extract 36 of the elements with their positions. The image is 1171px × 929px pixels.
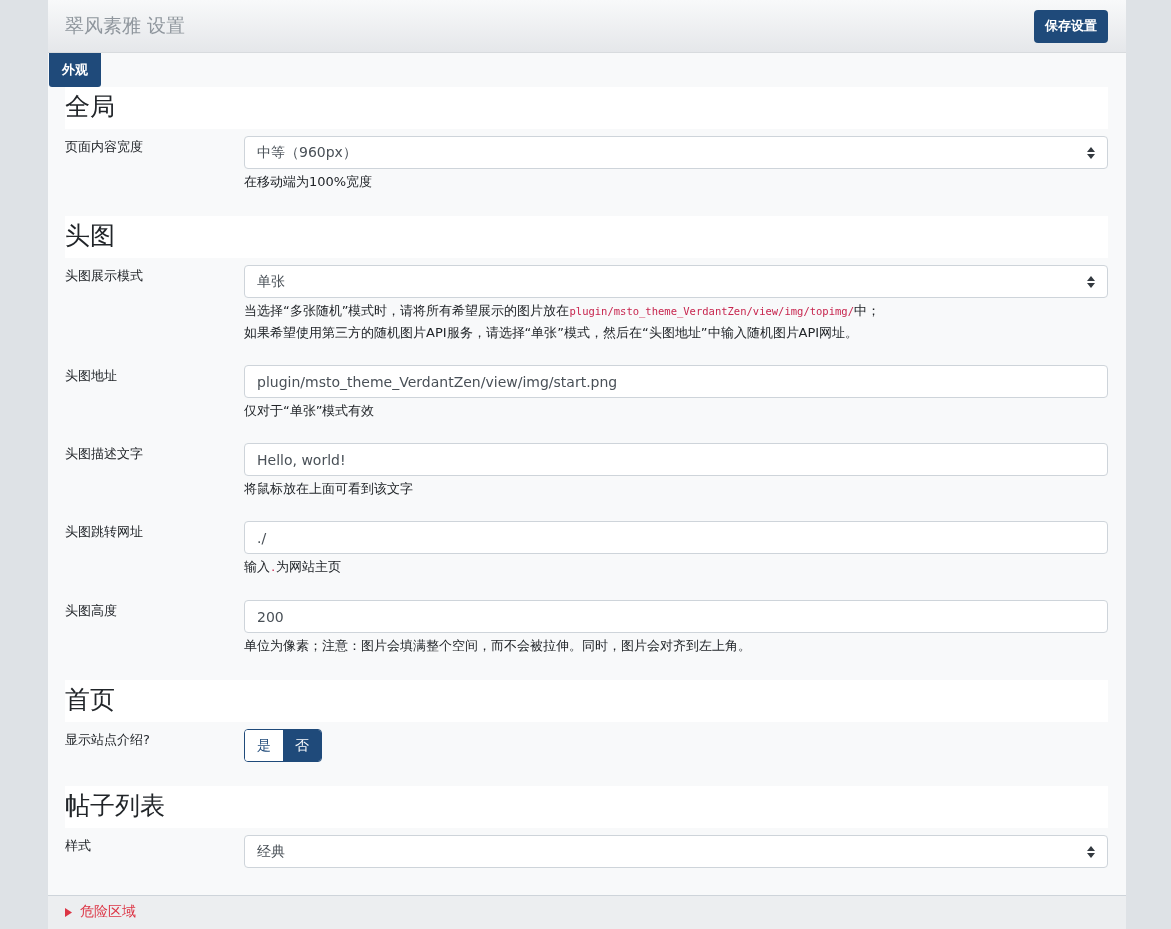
field-label: 头图高度 (65, 602, 118, 620)
select-arrows-icon (1087, 275, 1095, 288)
field-label: 头图描述文字 (65, 445, 144, 463)
tab[interactable]: 外观 (49, 53, 101, 87)
select-dropdown[interactable]: 单张 (244, 265, 1108, 298)
field-label: 头图跳转网址 (65, 523, 144, 541)
help-text: 仅对于“单张”模式有效 (244, 402, 376, 420)
section-heading: 首页 (65, 680, 1108, 722)
help-text: 在移动端为100%宽度 (244, 173, 374, 191)
page-title: 翠风素雅 设置 (65, 13, 186, 38)
field-label: 样式 (65, 837, 92, 855)
field-label: 显示站点介绍? (65, 731, 151, 749)
danger-zone-toggle[interactable]: 危险区域 (65, 903, 136, 921)
select-dropdown[interactable]: 经典 (244, 835, 1108, 868)
toggle-option[interactable]: 是 (245, 730, 283, 761)
select-dropdown[interactable]: 中等（960px） (244, 136, 1108, 169)
input-field[interactable]: ./ (244, 521, 1108, 554)
input-field[interactable]: plugin/msto_theme_VerdantZen/view/img/start.png (244, 365, 1108, 398)
help-text: 如果希望使用第三方的随机图片API服务，请选择“单张”模式，然后在“头图地址”中输入随机图片API网址。 (244, 324, 860, 342)
input-field[interactable]: 200 (244, 600, 1108, 633)
help-text: 输入.为网站主页 (244, 558, 343, 576)
help-text: 将鼠标放在上面可看到该文字 (244, 480, 414, 498)
field-label: 头图地址 (65, 367, 118, 385)
toggle-option[interactable]: 否 (283, 730, 321, 761)
section-heading: 帖子列表 (65, 786, 1108, 828)
save-button[interactable]: 保存设置 (1034, 9, 1108, 43)
help-text: 单位为像素；注意：图片会填满整个空间，而不会被拉伸。同时，图片会对齐到左上角。 (244, 637, 752, 655)
input-field[interactable]: Hello, world! (244, 443, 1108, 476)
caret-icon (65, 907, 72, 917)
section-heading: 头图 (65, 216, 1108, 258)
field-label: 页面内容宽度 (65, 138, 144, 156)
section-heading: 全局 (65, 87, 1108, 129)
help-text: 当选择“多张随机”模式时，请将所有希望展示的图片放在plugin/msto_theme_VerdantZen/view/img/topimg/中； (244, 302, 881, 320)
select-arrows-icon (1087, 845, 1095, 858)
select-arrows-icon (1087, 146, 1095, 159)
field-label: 头图展示模式 (65, 267, 144, 285)
